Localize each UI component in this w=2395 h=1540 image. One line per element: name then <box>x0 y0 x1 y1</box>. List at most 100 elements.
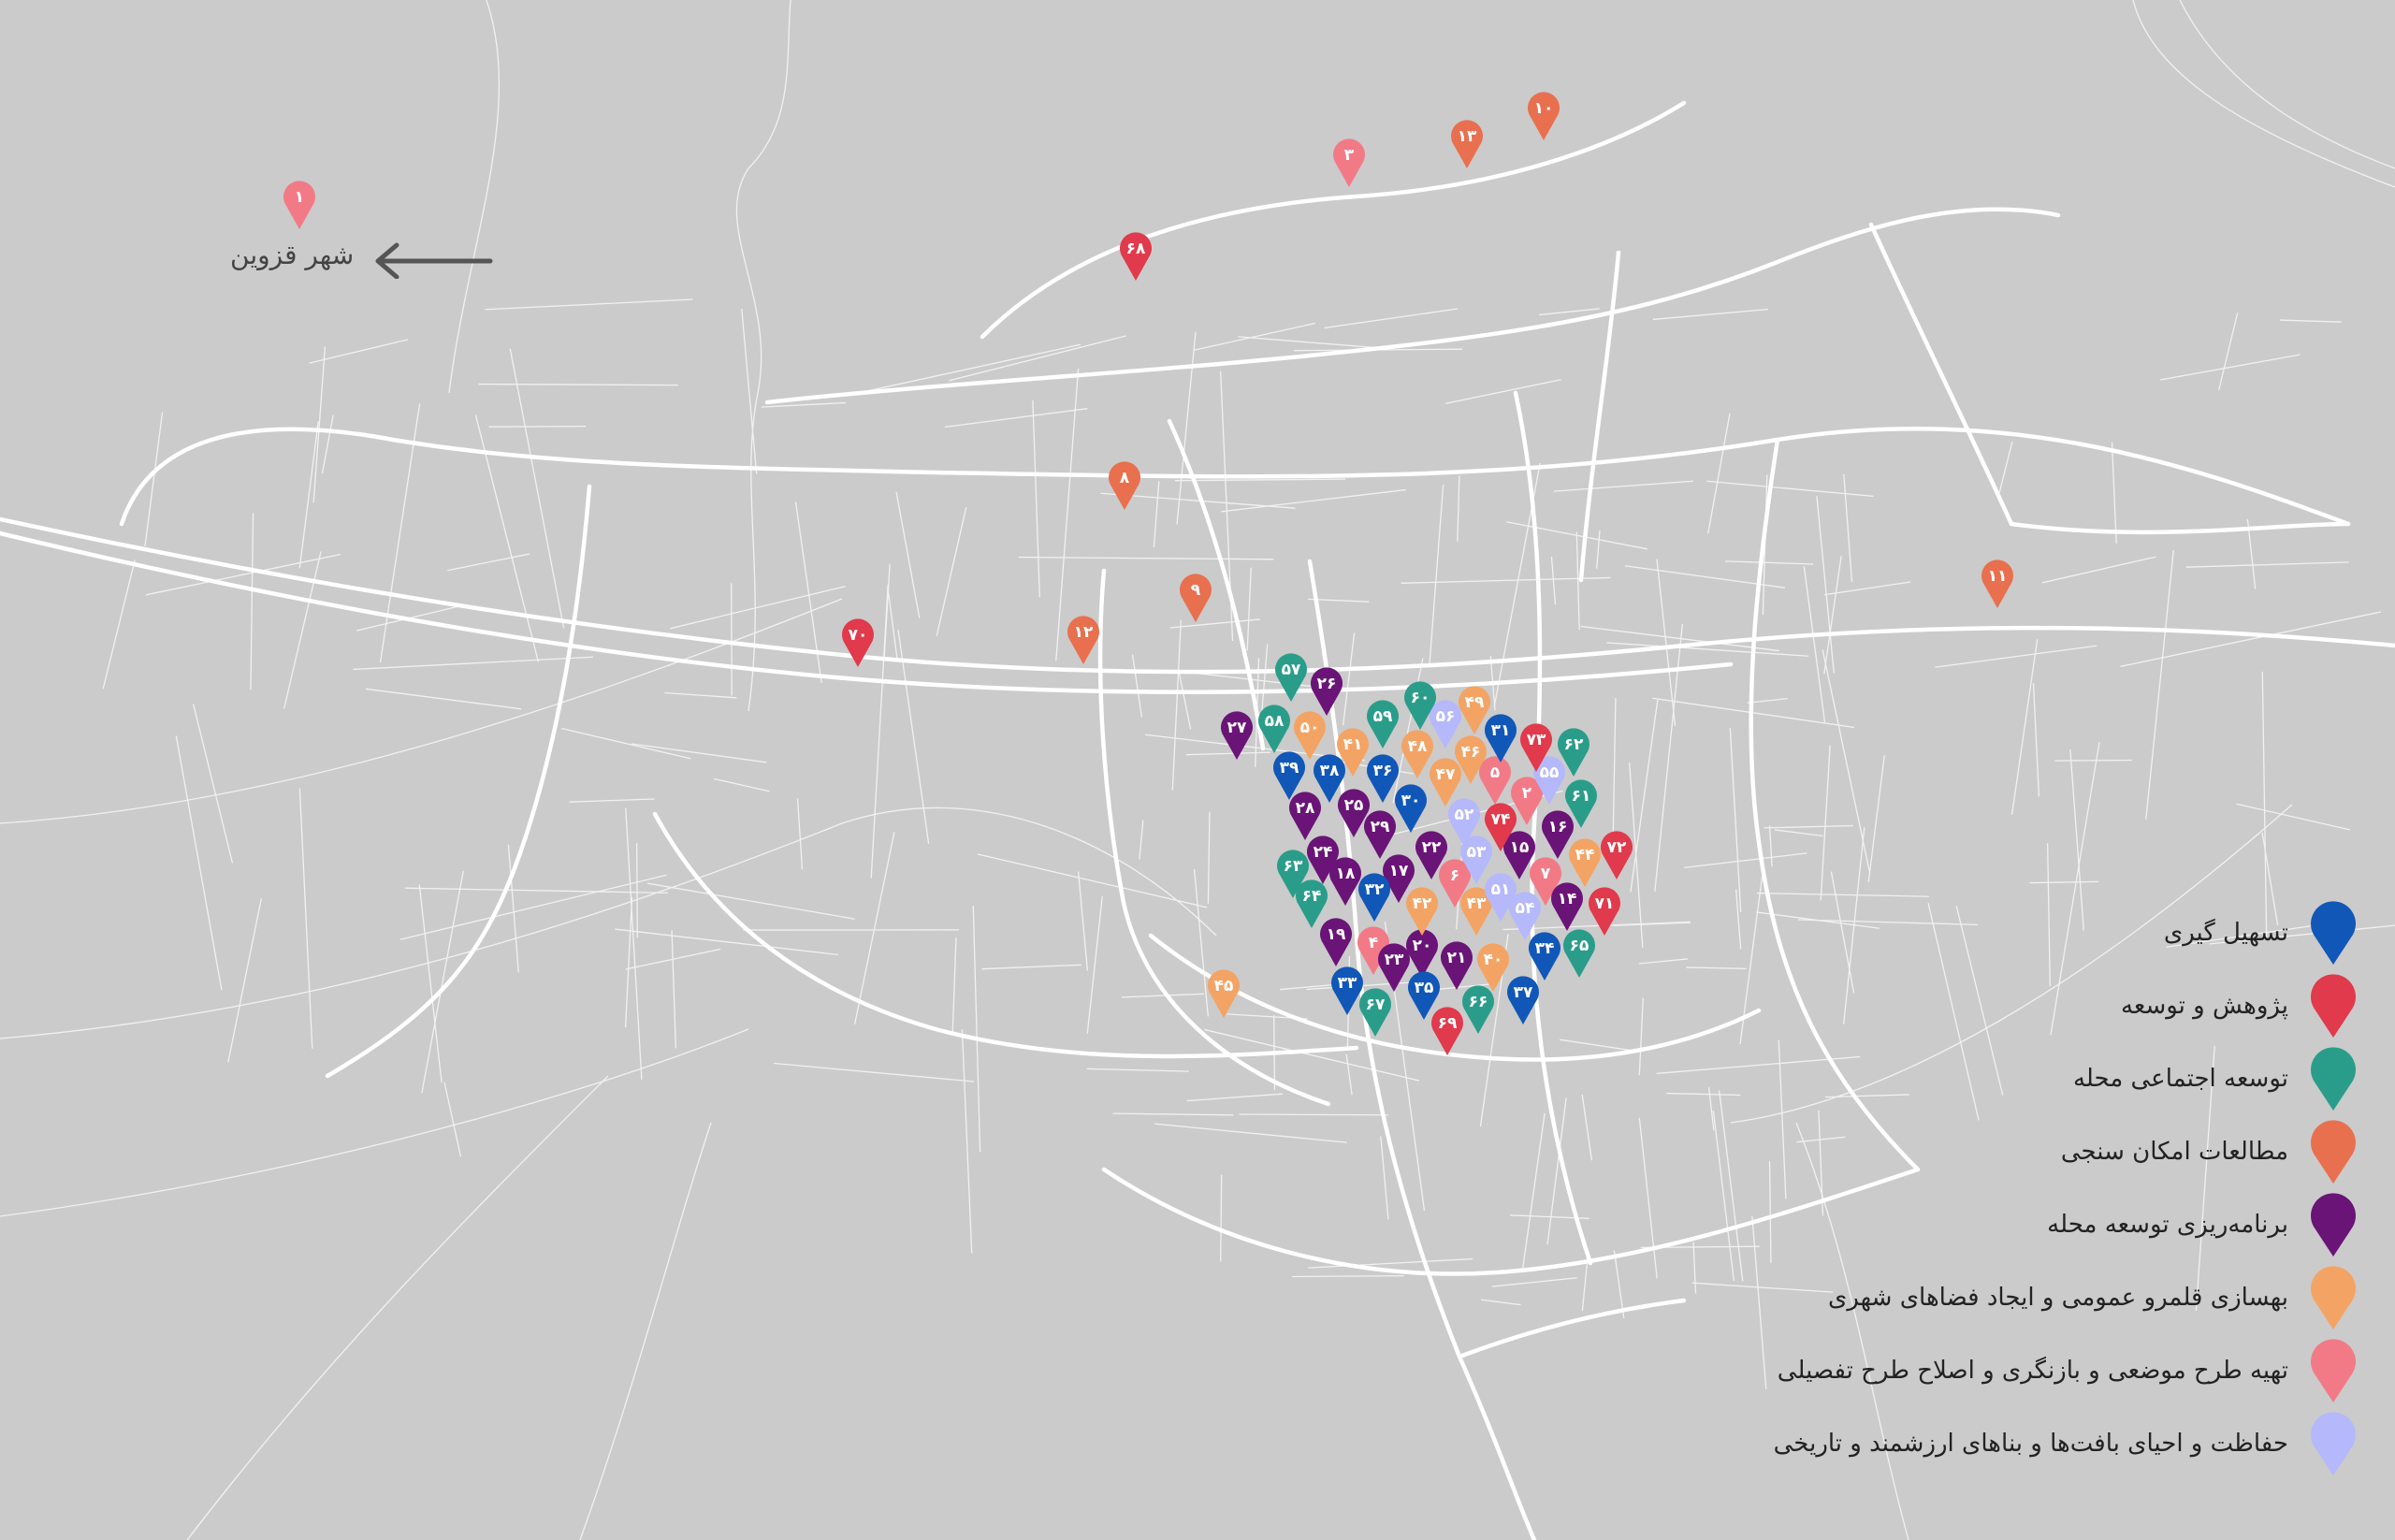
map-marker[interactable]: ۱۰ <box>1528 92 1560 140</box>
map-marker[interactable]: ۳ <box>1333 138 1366 187</box>
map-marker[interactable]: ۲۹ <box>1363 810 1396 859</box>
map-marker[interactable]: ۴۸ <box>1401 730 1433 778</box>
legend-label: برنامه‌ریزی توسعه محله <box>2047 1211 2288 1239</box>
marker-number: ۱۰ <box>1534 99 1554 118</box>
map-view[interactable]: ۱ ۲ ۳ ۴ ۵ ۶ ۷ ۸ ۹ ۱۰ ۱۱ ۱۲ ۱۳ ۱۴ ۱۵ ۱۶ ۱۷ ۱۸ ۱۹ ۲۰ ۲۱ ۲۲ ۲۳ ۲۴ ۲… <box>0 0 2395 1540</box>
map-marker[interactable]: ۷۲ <box>1600 831 1633 879</box>
marker-number: ۵۵ <box>1540 763 1560 782</box>
marker-number: ۳۵ <box>1415 979 1434 997</box>
legend-label: بهسازی قلمرو عمومی و ایجاد فضاهای شهری <box>1827 1284 2288 1312</box>
map-marker[interactable]: ۵۹ <box>1367 700 1399 748</box>
map-marker[interactable]: ۲۸ <box>1289 792 1322 840</box>
map-marker[interactable]: ۶۶ <box>1462 985 1494 1034</box>
legend-label: توسعه اجتماعی محله <box>2072 1065 2288 1093</box>
marker-number: ۴۹ <box>1465 693 1485 712</box>
marker-number: ۴۶ <box>1461 743 1481 762</box>
marker-number: ۱۵ <box>1510 838 1530 857</box>
map-marker[interactable]: ۱۸ <box>1329 857 1361 906</box>
marker-number: ۶۶ <box>1469 993 1488 1011</box>
marker-number: ۶۲ <box>1564 735 1584 754</box>
map-marker[interactable]: ۱ <box>283 181 315 229</box>
marker-number: ۱۱ <box>1988 567 2008 586</box>
map-marker[interactable]: ۲۰ <box>1406 929 1438 978</box>
marker-number: ۱ <box>295 188 304 207</box>
map-marker[interactable]: ۳۰ <box>1395 784 1428 833</box>
marker-number: ۱۷ <box>1389 862 1409 880</box>
marker-number: ۹ <box>1191 581 1201 600</box>
map-marker[interactable]: ۳۲ <box>1358 873 1390 922</box>
map-marker[interactable]: ۱۲ <box>1067 616 1099 664</box>
marker-number: ۲۶ <box>1317 675 1337 693</box>
map-marker[interactable]: ۱۶ <box>1542 810 1574 859</box>
legend-pin-icon <box>2311 901 2356 965</box>
map-marker[interactable]: ۳۱ <box>1484 714 1517 763</box>
legend-label: مطالعات امکان سنجی <box>2060 1138 2288 1166</box>
map-marker[interactable]: ۵۶ <box>1429 700 1462 748</box>
marker-number: ۲۲ <box>1422 838 1442 857</box>
map-marker[interactable]: ۳۳ <box>1330 966 1364 1015</box>
marker-number: ۵۷ <box>1282 661 1301 679</box>
legend-item-feasibility: مطالعات امکان سنجی <box>1609 1115 2358 1188</box>
marker-number: ۱۸ <box>1336 864 1356 883</box>
marker-number: ۲ <box>1522 784 1532 803</box>
map-marker[interactable]: ۱۴ <box>1551 882 1583 931</box>
marker-number: ۷۰ <box>849 626 868 645</box>
marker-number: ۷۳ <box>1527 731 1546 749</box>
marker-number: ۵۴ <box>1516 899 1535 918</box>
marker-number: ۵ <box>1490 763 1500 782</box>
marker-number: ۶ <box>1450 866 1459 885</box>
map-marker[interactable]: ۶۷ <box>1359 988 1391 1037</box>
map-marker[interactable]: ۳۶ <box>1367 754 1399 803</box>
legend-item-social: توسعه اجتماعی محله <box>1609 1042 2358 1115</box>
marker-number: ۲۵ <box>1344 796 1364 815</box>
map-marker[interactable]: ۱۱ <box>1981 559 2013 608</box>
map-marker[interactable]: ۶۹ <box>1431 1007 1463 1055</box>
legend-item-facilitation: تسهیل گیری <box>1609 896 2358 969</box>
legend-item-heritage: حفاظت و احیای بافت‌ها و بناهای ارزشمند و… <box>1609 1407 2358 1480</box>
marker-number: ۵۰ <box>1300 719 1320 737</box>
map-marker[interactable]: ۳۷ <box>1507 976 1540 1024</box>
legend-pin-icon <box>2311 1266 2356 1329</box>
marker-number: ۶۹ <box>1438 1014 1458 1033</box>
map-marker[interactable]: ۳۸ <box>1314 754 1345 803</box>
map-marker[interactable]: ۷۰ <box>842 618 875 667</box>
marker-number: ۷ <box>1541 864 1551 883</box>
map-marker[interactable]: ۴۷ <box>1429 758 1462 806</box>
map-marker[interactable]: ۱۳ <box>1450 120 1483 168</box>
marker-number: ۵۹ <box>1373 707 1393 726</box>
map-marker[interactable]: ۲۶ <box>1311 667 1343 716</box>
map-marker[interactable]: ۶۵ <box>1563 929 1595 978</box>
legend-item-planning: برنامه‌ریزی توسعه محله <box>1609 1188 2358 1261</box>
legend-pin-icon <box>2311 1339 2356 1402</box>
map-marker[interactable]: ۹ <box>1179 574 1212 622</box>
map-marker[interactable]: ۵۴ <box>1509 892 1541 940</box>
map-marker[interactable]: ۴۲ <box>1406 887 1438 936</box>
map-marker[interactable]: ۴۵ <box>1208 969 1240 1018</box>
marker-number: ۳۶ <box>1373 762 1393 780</box>
marker-number: ۳ <box>1344 146 1355 165</box>
marker-number: ۳۲ <box>1365 880 1385 899</box>
marker-number: ۶۵ <box>1570 937 1589 955</box>
marker-number: ۲۰ <box>1413 937 1432 955</box>
map-marker[interactable]: ۸ <box>1109 461 1140 510</box>
marker-number: ۲۸ <box>1296 799 1315 818</box>
marker-number: ۴۱ <box>1343 735 1363 754</box>
marker-number: ۴۷ <box>1436 765 1456 784</box>
marker-number: ۲۷ <box>1227 719 1247 737</box>
legend-pin-icon <box>2311 1047 2356 1111</box>
map-marker[interactable]: ۵۷ <box>1275 653 1307 702</box>
map-marker[interactable]: ۴۴ <box>1569 838 1602 887</box>
map-marker[interactable]: ۲۱ <box>1441 941 1473 990</box>
marker-number: ۶۷ <box>1366 995 1386 1014</box>
map-marker[interactable]: ۶۴ <box>1296 879 1328 928</box>
marker-number: ۱۹ <box>1327 925 1346 944</box>
legend-label: تسهیل گیری <box>2163 919 2288 947</box>
marker-number: ۳۳ <box>1338 974 1357 993</box>
marker-number: ۱۲ <box>1074 623 1094 642</box>
map-marker[interactable]: ۶۸ <box>1120 232 1152 281</box>
map-marker[interactable]: ۵ <box>1479 756 1511 805</box>
map-marker[interactable]: ۳۵ <box>1408 971 1440 1020</box>
marker-number: ۵۱ <box>1491 880 1511 899</box>
map-marker[interactable]: ۱۹ <box>1320 918 1352 966</box>
marker-number: ۴۴ <box>1575 846 1595 864</box>
